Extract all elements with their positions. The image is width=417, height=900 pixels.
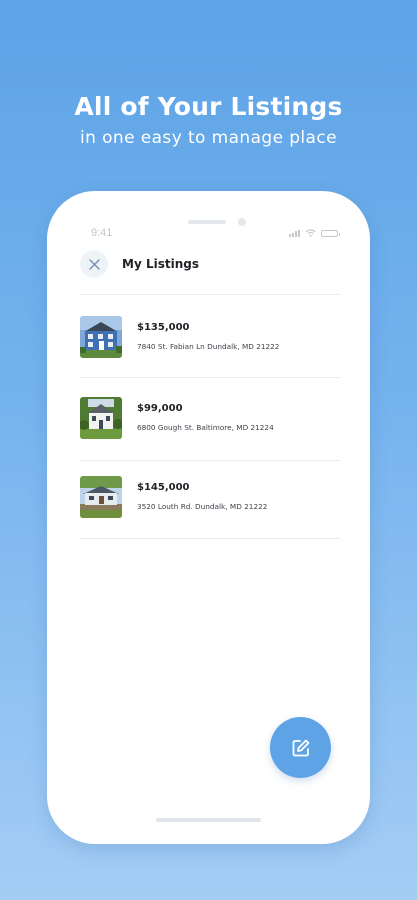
wifi-icon — [305, 229, 316, 237]
promo-headline: All of Your Listings — [74, 92, 343, 121]
close-button[interactable] — [80, 250, 108, 278]
row-divider — [79, 460, 340, 461]
listing-price: $135,000 — [137, 322, 190, 333]
listing-price: $145,000 — [137, 482, 190, 493]
status-time: 9:41 — [91, 227, 113, 239]
listing-address: 3520 Louth Rd. Dundalk, MD 21222 — [137, 502, 268, 511]
edit-listing-button[interactable] — [270, 717, 331, 778]
home-indicator — [156, 818, 261, 822]
signal-icon — [289, 229, 300, 237]
battery-icon — [321, 229, 340, 237]
row-divider — [79, 538, 340, 539]
phone-camera — [238, 218, 246, 226]
listing-photo — [80, 316, 122, 358]
page-title: My Listings — [122, 257, 199, 271]
listing-photo — [80, 397, 122, 439]
close-icon — [88, 258, 100, 270]
row-divider — [79, 377, 340, 378]
listing-address: 6800 Gough St. Baltimore, MD 21224 — [137, 423, 274, 432]
listing-item[interactable]: $99,000 6800 Gough St. Baltimore, MD 212… — [80, 397, 340, 441]
phone-speaker — [188, 220, 226, 224]
listing-price: $99,000 — [137, 403, 183, 414]
listing-item[interactable]: $145,000 3520 Louth Rd. Dundalk, MD 2122… — [80, 476, 340, 520]
edit-icon — [292, 739, 309, 756]
header-divider — [79, 294, 340, 295]
listing-photo — [80, 476, 122, 518]
promo-subline: in one easy to manage place — [80, 128, 337, 148]
listing-item[interactable]: $135,000 7840 St. Fabian Ln Dundalk, MD … — [80, 316, 340, 360]
phone-frame: 9:41 My Listings $135,000 7840 St. Fabia… — [47, 191, 370, 844]
listing-address: 7840 St. Fabian Ln Dundalk, MD 21222 — [137, 342, 280, 351]
status-icons — [289, 229, 340, 237]
